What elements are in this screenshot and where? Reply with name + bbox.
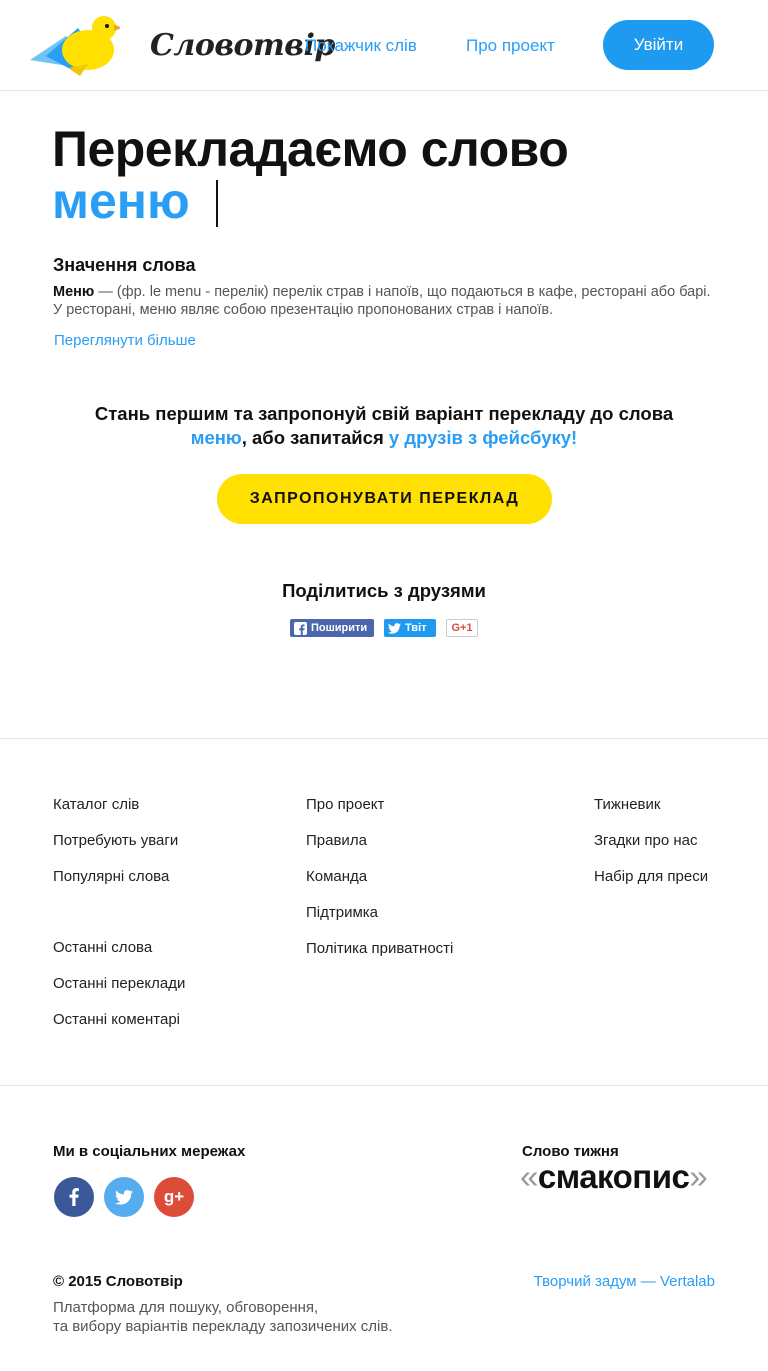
description-line-1: Платформа для пошуку, обговорення, xyxy=(53,1299,319,1316)
twitter-icon xyxy=(388,622,401,634)
cta-word-link[interactable]: меню xyxy=(191,427,242,448)
cta-text-part2: , або запитайся xyxy=(241,427,389,448)
description-line-2: та вибору варіантів перекладу запозичени… xyxy=(53,1318,393,1335)
twitter-icon xyxy=(115,1189,133,1205)
view-more-link[interactable]: Переглянути більше xyxy=(54,332,196,349)
twitter-share-label: Твіт xyxy=(405,622,427,634)
footer-link-popular[interactable]: Популярні слова xyxy=(53,868,169,885)
site-header: Словотвір Покажчик слів Про проект Увійт… xyxy=(0,0,768,91)
footer-divider-bottom xyxy=(0,1085,768,1086)
footer-link-team[interactable]: Команда xyxy=(306,868,367,885)
page-title: Перекладаємо слово xyxy=(52,121,569,177)
nav-about[interactable]: Про проект xyxy=(466,36,555,56)
footer-link-privacy[interactable]: Політика приватності xyxy=(306,940,453,957)
google-plus-share-button[interactable]: G+1 xyxy=(446,619,478,637)
footer-link-latest-translations[interactable]: Останні переклади xyxy=(53,975,185,992)
facebook-social-button[interactable] xyxy=(54,1177,94,1217)
facebook-share-button[interactable]: Поширити xyxy=(290,619,374,637)
site-logo[interactable]: Словотвір xyxy=(28,14,335,78)
facebook-icon xyxy=(69,1188,79,1206)
nav-word-index[interactable]: Покажчик слів xyxy=(305,36,417,56)
footer-link-mentions[interactable]: Згадки про нас xyxy=(594,832,698,849)
footer-link-support[interactable]: Підтримка xyxy=(306,904,378,921)
meaning-text: — (фр. le menu - перелік) перелік страв … xyxy=(53,284,711,318)
credit-link[interactable]: Творчий задум — Vertalab xyxy=(500,1273,715,1290)
cta-text: Стань першим та запропонуй свій варіант … xyxy=(60,402,708,450)
suggest-translation-button[interactable]: ЗАПРОПОНУВАТИ ПЕРЕКЛАД xyxy=(217,474,552,524)
footer-link-rules[interactable]: Правила xyxy=(306,832,367,849)
google-plus-icon: g+ xyxy=(163,1187,185,1206)
footer-link-need-attention[interactable]: Потребують уваги xyxy=(53,832,178,849)
footer-divider-top xyxy=(0,738,768,739)
word-of-week-link[interactable]: «смакопис» xyxy=(520,1158,708,1196)
text-caret xyxy=(216,180,218,227)
share-heading: Поділитись з друзями xyxy=(282,580,486,601)
word-of-week: смакопис xyxy=(537,1158,690,1195)
facebook-icon xyxy=(294,621,307,635)
footer-link-latest-words[interactable]: Останні слова xyxy=(53,939,152,956)
facebook-share-label: Поширити xyxy=(311,622,368,634)
meaning-term: Меню xyxy=(53,284,95,300)
cta-text-part1: Стань першим та запропонуй свій варіант … xyxy=(94,403,674,424)
login-button[interactable]: Увійти xyxy=(603,20,714,70)
footer-link-press-kit[interactable]: Набір для преси xyxy=(594,868,708,885)
quote-close: » xyxy=(689,1158,708,1195)
google-plus-social-button[interactable]: g+ xyxy=(154,1177,194,1217)
meaning-heading: Значення слова xyxy=(53,255,196,275)
twitter-social-button[interactable] xyxy=(104,1177,144,1217)
title-word: меню xyxy=(52,173,190,229)
footer-link-about[interactable]: Про проект xyxy=(306,796,384,813)
footer-link-weekly[interactable]: Тижневик xyxy=(594,796,660,813)
quote-open: « xyxy=(520,1158,538,1195)
social-heading: Ми в соціальних мережах xyxy=(53,1143,246,1160)
facebook-friends-link[interactable]: у друзів з фейсбуку! xyxy=(389,427,577,448)
twitter-share-button[interactable]: Твіт xyxy=(384,619,436,637)
site-description: Платформа для пошуку, обговорення, та ви… xyxy=(53,1298,393,1336)
meaning-definition: Меню — (фр. le menu - перелік) перелік с… xyxy=(53,283,715,319)
footer-link-catalog[interactable]: Каталог слів xyxy=(53,796,139,813)
footer-link-latest-comments[interactable]: Останні коментарі xyxy=(53,1011,180,1028)
bird-logo-icon xyxy=(30,16,120,76)
copyright: © 2015 Словотвір xyxy=(53,1273,183,1290)
